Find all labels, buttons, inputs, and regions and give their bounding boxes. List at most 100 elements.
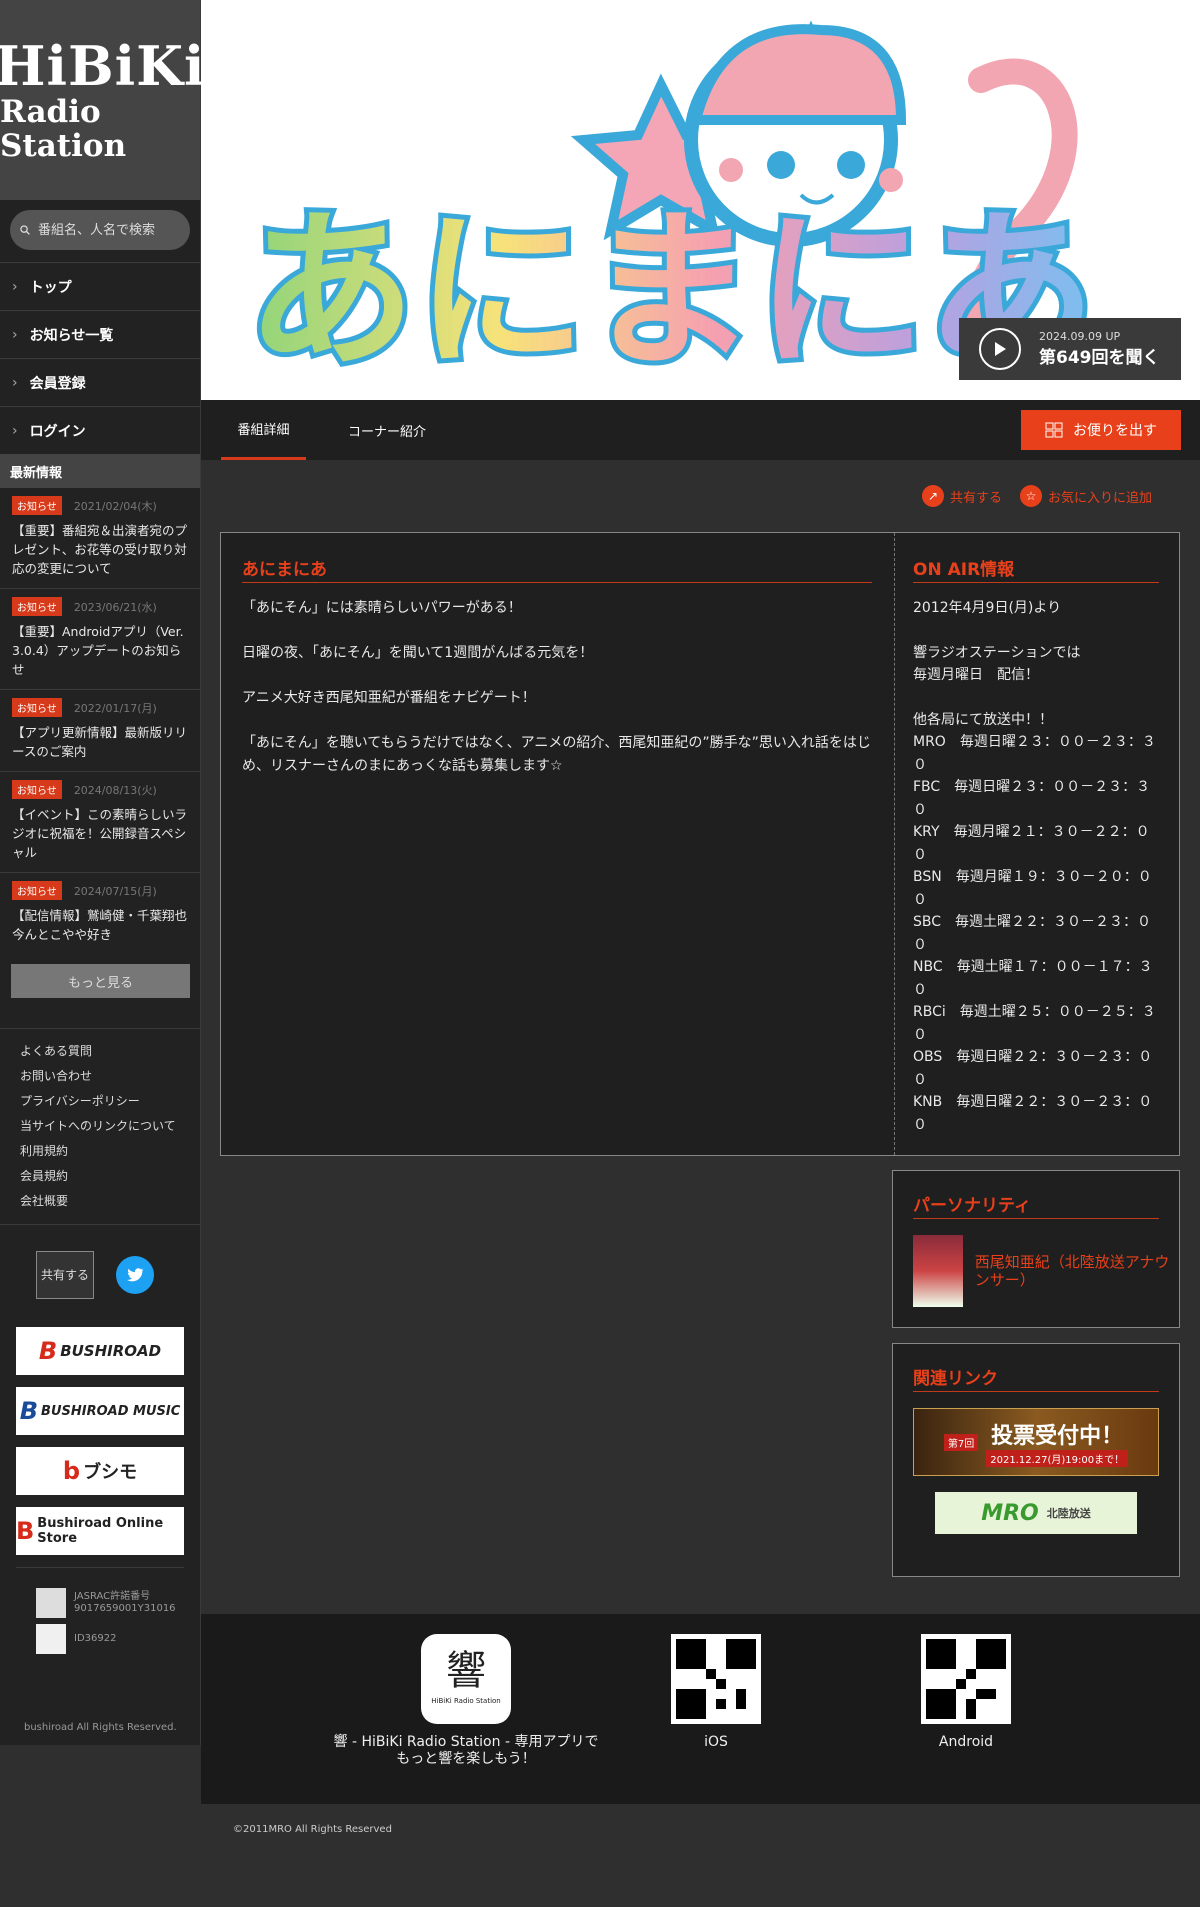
android-label: Android bbox=[938, 1734, 994, 1750]
search-icon[interactable] bbox=[20, 222, 30, 238]
nav-item-login[interactable]: › ログイン bbox=[0, 406, 200, 454]
onair-schedule-item: NBC 毎週土曜１７：００－１７：３０ bbox=[913, 959, 1153, 998]
play-icon bbox=[979, 328, 1021, 370]
share-button[interactable]: 共有する bbox=[36, 1251, 94, 1299]
news-item[interactable]: お知らせ 2024/08/13(火) 【イベント】この素晴らしいラジオに祝福を！公… bbox=[0, 772, 200, 873]
news-item[interactable]: お知らせ 2021/02/04(木) 【重要】番組宛＆出演者宛のプレゼント、お花等… bbox=[0, 488, 200, 589]
award-badge: 第7回 bbox=[943, 1433, 979, 1451]
column-divider bbox=[894, 533, 895, 1155]
description-paragraph: 「あにそん」を聴いてもらうだけではなく、アニメの紹介、西尾知亜紀の”勝手な”思い… bbox=[242, 735, 871, 774]
news-date: 2024/07/15(月) bbox=[73, 884, 157, 898]
mro-text: 北陸放送 bbox=[1046, 1507, 1091, 1520]
jasrac-number: JASRAC許諾番号 9017659001Y31016 bbox=[74, 1591, 176, 1614]
share-program-button[interactable]: ↗ 共有する bbox=[922, 485, 1002, 507]
description-paragraph: 日曜の夜、「あにそん」を聞いて1週間がんばる元気を！ bbox=[242, 645, 594, 661]
news-badge: お知らせ bbox=[12, 780, 62, 799]
onair-schedule-item: RBCi 毎週土曜２５：００－２５：３０ bbox=[913, 1004, 1156, 1043]
site-logo[interactable]: HiBiKi Radio Station bbox=[0, 0, 205, 200]
link-contact[interactable]: お問い合わせ bbox=[20, 1064, 200, 1089]
nav-label: トップ bbox=[29, 279, 72, 296]
android-download[interactable]: Android bbox=[916, 1634, 1016, 1751]
onair-station-line: 毎週月曜日 配信！ bbox=[913, 667, 1039, 683]
link-linking[interactable]: 当サイトへのリンクについて bbox=[20, 1114, 200, 1139]
banner-bushiroad[interactable]: B BUSHIROAD bbox=[16, 1327, 184, 1375]
nav-label: 会員登録 bbox=[29, 375, 86, 392]
news-item[interactable]: お知らせ 2024/07/15(月) 【配信情報】鷲崎健・千葉翔也 今んとこやや好… bbox=[0, 873, 200, 954]
twitter-icon[interactable] bbox=[116, 1256, 154, 1294]
program-hero: あにまにあ 2024.09.09 UP 第649回を聞く bbox=[201, 0, 1200, 400]
news-date: 2022/01/17(月) bbox=[73, 701, 157, 715]
link-company[interactable]: 会社概要 bbox=[20, 1189, 200, 1214]
news-badge: お知らせ bbox=[12, 698, 62, 717]
news-item[interactable]: お知らせ 2023/06/21(水) 【重要】Androidアプリ（Ver. 3.… bbox=[0, 589, 200, 690]
listen-date: 2024.09.09 UP bbox=[1039, 330, 1121, 343]
nav-item-news[interactable]: › お知らせ一覧 bbox=[0, 310, 200, 358]
onair-schedule-item: SBC 毎週土曜２２：３０－２３：００ bbox=[913, 914, 1152, 953]
news-badge: お知らせ bbox=[12, 881, 62, 900]
anisong-award-banner[interactable]: 第7回 投票受付中！ 2021.12.27(月)19:00まで！ bbox=[913, 1408, 1159, 1476]
send-letter-button[interactable]: お便りを出す bbox=[1021, 410, 1181, 450]
news-item[interactable]: お知らせ 2022/01/17(月) 【アプリ更新情報】最新版リリースのご案内 bbox=[0, 690, 200, 772]
listen-title: 第649回を聞く bbox=[1039, 348, 1160, 368]
banner-online-store[interactable]: B Bushiroad Online Store bbox=[16, 1507, 184, 1555]
news-title: 【配信情報】鷲崎健・千葉翔也 今んとこやや好き bbox=[12, 908, 188, 942]
nav-label: ログイン bbox=[29, 423, 86, 440]
banner-bushimo[interactable]: b ブシモ bbox=[16, 1447, 184, 1495]
news-date: 2023/06/21(水) bbox=[73, 600, 157, 614]
link-member-terms[interactable]: 会員規約 bbox=[20, 1164, 200, 1189]
onair-title: ON AIR情報 bbox=[913, 555, 1159, 583]
search-input[interactable] bbox=[36, 221, 190, 239]
send-letter-label: お便りを出す bbox=[1073, 423, 1157, 439]
banner-mark: B bbox=[19, 1397, 39, 1425]
personality-title: パーソナリティ bbox=[913, 1191, 1159, 1219]
news-badge: お知らせ bbox=[12, 496, 62, 515]
search-box bbox=[10, 210, 190, 250]
banner-mark: B bbox=[38, 1337, 58, 1365]
share-icon: ↗ bbox=[922, 485, 944, 507]
onair-schedule-item: BSN 毎週月曜１９：３０－２０：００ bbox=[913, 869, 1152, 908]
personality-item[interactable]: 西尾知亜紀（北陸放送アナウンサー） bbox=[913, 1235, 1179, 1307]
program-description: あにまにあ 「あにそん」には素晴らしいパワーがある！ 日曜の夜、「あにそん」を聞… bbox=[242, 555, 872, 800]
banner-mark: b bbox=[62, 1457, 81, 1485]
app-small-text: HiBiKi Radio Station bbox=[431, 1696, 501, 1705]
chevron-right-icon: › bbox=[12, 326, 18, 343]
link-faq[interactable]: よくある質問 bbox=[20, 1039, 200, 1064]
nav-item-register[interactable]: › 会員登録 bbox=[0, 358, 200, 406]
link-privacy[interactable]: プライバシーポリシー bbox=[20, 1089, 200, 1114]
related-title: 関連リンク bbox=[913, 1364, 1159, 1392]
listen-latest-button[interactable]: 2024.09.09 UP 第649回を聞く bbox=[959, 318, 1181, 380]
more-button[interactable]: もっと見る bbox=[11, 964, 190, 998]
android-qr-code bbox=[921, 1634, 1011, 1724]
app-promo-line1: 響 - HiBiKi Radio Station - 専用アプリで bbox=[333, 1734, 599, 1750]
sidebar: HiBiKi Radio Station ›トップ ›お知らせ一覧 ›会員登録 … bbox=[0, 0, 205, 1745]
onair-schedule-item: MRO 毎週日曜２３：００－２３：３０ bbox=[913, 734, 1156, 773]
app-footer: 響 HiBiKi Radio Station 響 - HiBiKi Radio … bbox=[201, 1614, 1200, 1804]
letter-icon bbox=[1045, 422, 1063, 438]
mro-logo: MRO bbox=[981, 1500, 1039, 1526]
license-logo-icon bbox=[36, 1624, 66, 1654]
personality-box: パーソナリティ 西尾知亜紀（北陸放送アナウンサー） bbox=[892, 1170, 1180, 1328]
onair-schedule-item: OBS 毎週日曜２２：３０－２３：００ bbox=[913, 1049, 1153, 1088]
personality-name: 西尾知亜紀（北陸放送アナウンサー） bbox=[974, 1253, 1170, 1289]
tab-corner[interactable]: コーナー紹介 bbox=[348, 400, 426, 460]
nav-item-top[interactable]: › トップ bbox=[0, 262, 200, 310]
link-terms[interactable]: 利用規約 bbox=[20, 1139, 200, 1164]
logo-line2: Radio Station bbox=[0, 94, 127, 164]
mro-banner[interactable]: MRO 北陸放送 bbox=[935, 1492, 1137, 1534]
ios-download[interactable]: iOS bbox=[666, 1634, 766, 1751]
onair-start: 2012年4月9日(月)より bbox=[913, 600, 1062, 616]
banner-text: BUSHIROAD bbox=[60, 1342, 162, 1360]
logo-line1: HiBiKi bbox=[0, 34, 206, 98]
add-favorite-label: お気に入りに追加 bbox=[1048, 490, 1153, 506]
banner-bushiroad-music[interactable]: B BUSHIROAD MUSIC bbox=[16, 1387, 184, 1435]
app-promo[interactable]: 響 HiBiKi Radio Station 響 - HiBiKi Radio … bbox=[331, 1634, 601, 1768]
banner-text: BUSHIROAD MUSIC bbox=[41, 1403, 181, 1419]
news-badge: お知らせ bbox=[12, 597, 62, 616]
personality-photo bbox=[913, 1235, 963, 1307]
nav-label: お知らせ一覧 bbox=[29, 327, 114, 344]
tab-program-detail[interactable]: 番組詳細 bbox=[221, 400, 306, 460]
award-deadline: 2021.12.27(月)19:00まで！ bbox=[986, 1449, 1129, 1467]
ios-label: iOS bbox=[704, 1734, 728, 1750]
add-favorite-button[interactable]: ☆ お気に入りに追加 bbox=[1020, 485, 1152, 507]
news-heading: 最新情報 bbox=[0, 454, 200, 488]
